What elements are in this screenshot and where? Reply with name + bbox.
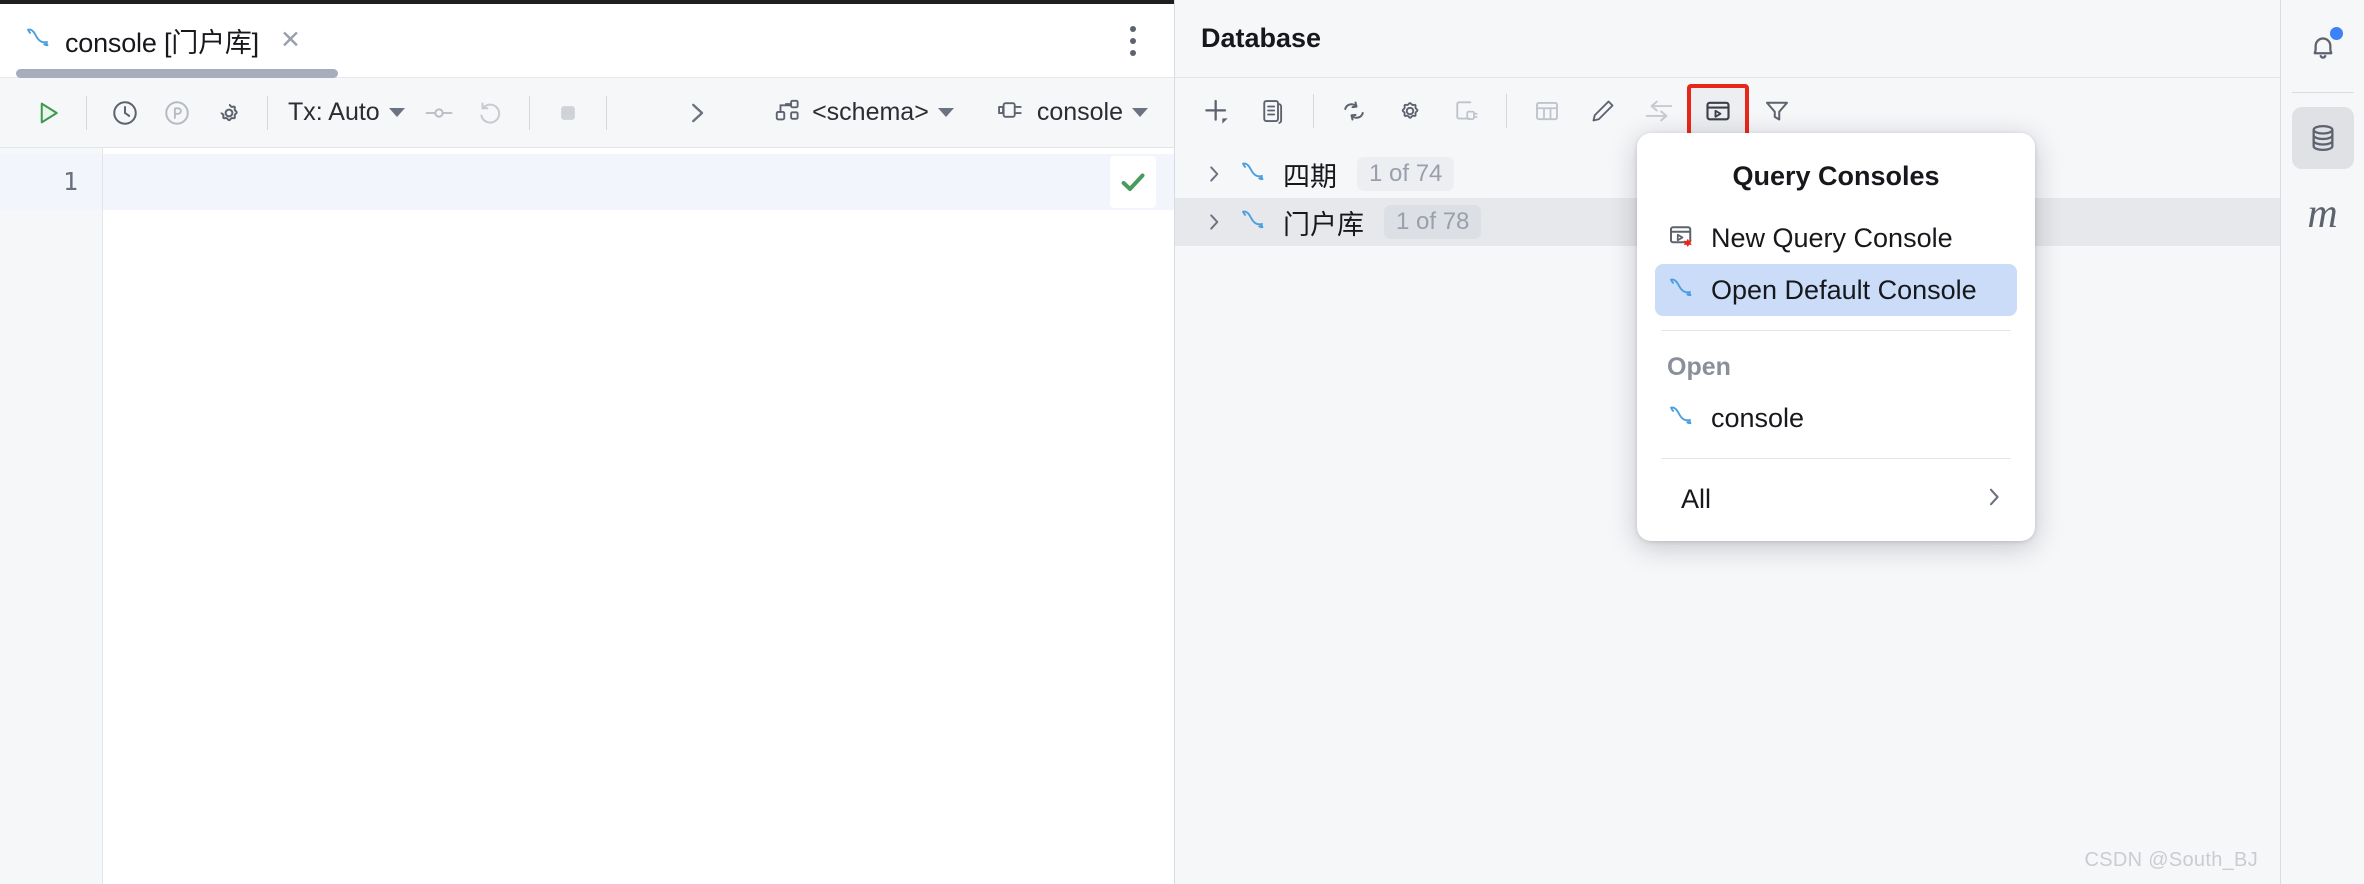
expand-toolbar-button[interactable]	[671, 87, 723, 139]
close-icon[interactable]: ✕	[280, 28, 301, 53]
editor-tab-label: console [门户库]	[65, 28, 259, 58]
mysql-dolphin-icon	[1667, 401, 1697, 436]
tree-item-label: 门户库	[1283, 209, 1364, 240]
tx-mode-dropdown[interactable]: Tx: Auto	[280, 92, 413, 133]
menu-item-open-default-console[interactable]: Open Default Console	[1655, 264, 2017, 316]
tab-active-indicator	[16, 68, 338, 78]
toolbar-separator	[86, 95, 87, 130]
chevron-down-icon	[388, 108, 405, 117]
menu-item-label: All	[1681, 483, 1712, 514]
rail-divider	[2291, 92, 2354, 93]
mysql-dolphin-icon	[1239, 157, 1269, 192]
menu-item-label: New Query Console	[1711, 222, 1953, 253]
inspection-status-icon[interactable]	[1110, 156, 1156, 208]
rollback-icon[interactable]	[465, 87, 517, 139]
chevron-right-icon[interactable]	[1203, 163, 1225, 185]
mysql-dolphin-icon	[24, 23, 54, 58]
session-label: console	[1036, 98, 1123, 126]
editor-body: 1	[0, 148, 1174, 884]
editor-tabbar: console [门户库] ✕	[0, 4, 1174, 78]
editor-pane: console [门户库] ✕ Tx: Auto <schema> consol…	[0, 0, 1175, 884]
page-title: Database	[1201, 23, 1322, 53]
chevron-right-icon	[1983, 485, 2005, 514]
editor-more-options-button[interactable]	[1124, 20, 1142, 62]
refresh-icon[interactable]	[1326, 85, 1382, 137]
menu-item-label: console	[1711, 402, 1805, 433]
toolbar-separator	[1506, 94, 1507, 128]
gear-icon[interactable]	[203, 87, 255, 139]
stop-button[interactable]	[542, 87, 594, 139]
connection-icon	[996, 95, 1028, 130]
tree-item-label: 四期	[1283, 161, 1337, 192]
query-consoles-popup: Query Consoles New Query Console Open De…	[1637, 133, 2035, 541]
schema-label: <schema>	[812, 98, 929, 126]
menu-section-header: Open	[1667, 353, 1731, 381]
disconnect-icon[interactable]	[1438, 85, 1494, 137]
parameters-icon[interactable]	[151, 87, 203, 139]
right-tool-rail: m	[2280, 0, 2364, 884]
toolbar-separator	[267, 95, 268, 130]
toolbar-separator	[528, 95, 530, 130]
watermark: CSDN @South_BJ	[2084, 849, 2258, 871]
mysql-dolphin-icon	[1667, 273, 1697, 308]
menu-item-all[interactable]: All	[1655, 473, 2017, 525]
editor-toolbar: Tx: Auto <schema> console	[0, 78, 1174, 148]
chevron-right-icon[interactable]	[1203, 211, 1225, 233]
schema-icon	[773, 95, 803, 130]
menu-item-new-query-console[interactable]: New Query Console	[1655, 212, 2017, 264]
duplicate-icon[interactable]	[1245, 85, 1301, 137]
query-console-icon[interactable]	[1687, 84, 1749, 138]
code-line-1[interactable]	[103, 154, 1174, 210]
database-icon[interactable]	[2291, 107, 2354, 169]
line-number-gutter: 1	[0, 148, 103, 884]
commit-icon[interactable]	[413, 87, 465, 139]
menu-item-label: Open Default Console	[1711, 274, 1977, 305]
table-icon[interactable]	[1519, 85, 1575, 137]
filter-icon[interactable]	[1749, 85, 1805, 137]
add-icon[interactable]	[1189, 85, 1245, 137]
mysql-dolphin-icon	[1239, 205, 1269, 240]
menu-divider	[1661, 330, 2011, 331]
notifications-icon[interactable]	[2292, 16, 2354, 78]
line-number: 1	[0, 154, 102, 210]
application-window: console [门户库] ✕ Tx: Auto <schema> consol…	[0, 0, 2364, 884]
chevron-down-icon	[1132, 108, 1148, 117]
maven-icon[interactable]: m	[2292, 183, 2354, 245]
database-panel-header: Database	[1175, 0, 2280, 78]
toolbar-separator	[605, 95, 607, 130]
session-selector[interactable]: console	[988, 89, 1156, 136]
maven-icon-label: m	[2307, 191, 2338, 237]
schema-selector[interactable]: <schema>	[765, 89, 962, 136]
gear-icon[interactable]	[1382, 85, 1438, 137]
toolbar-separator	[1313, 94, 1314, 128]
menu-item-console[interactable]: console	[1655, 392, 2017, 444]
jump-to-icon[interactable]	[1631, 85, 1687, 137]
history-icon[interactable]	[99, 87, 151, 139]
editor-tab-console[interactable]: console [门户库] ✕	[0, 4, 338, 78]
chevron-down-icon	[937, 108, 954, 117]
code-editor-area[interactable]	[103, 148, 1174, 884]
notification-badge-dot	[2327, 25, 2345, 42]
edit-icon[interactable]	[1575, 85, 1631, 137]
tree-item-badge: 1 of 78	[1384, 205, 1482, 239]
tx-mode-label: Tx: Auto	[288, 98, 380, 126]
menu-divider	[1661, 458, 2011, 459]
execute-button[interactable]	[22, 87, 74, 139]
tree-item-badge: 1 of 74	[1357, 157, 1455, 191]
popup-title: Query Consoles	[1732, 161, 1940, 191]
new-query-console-icon	[1667, 221, 1697, 256]
